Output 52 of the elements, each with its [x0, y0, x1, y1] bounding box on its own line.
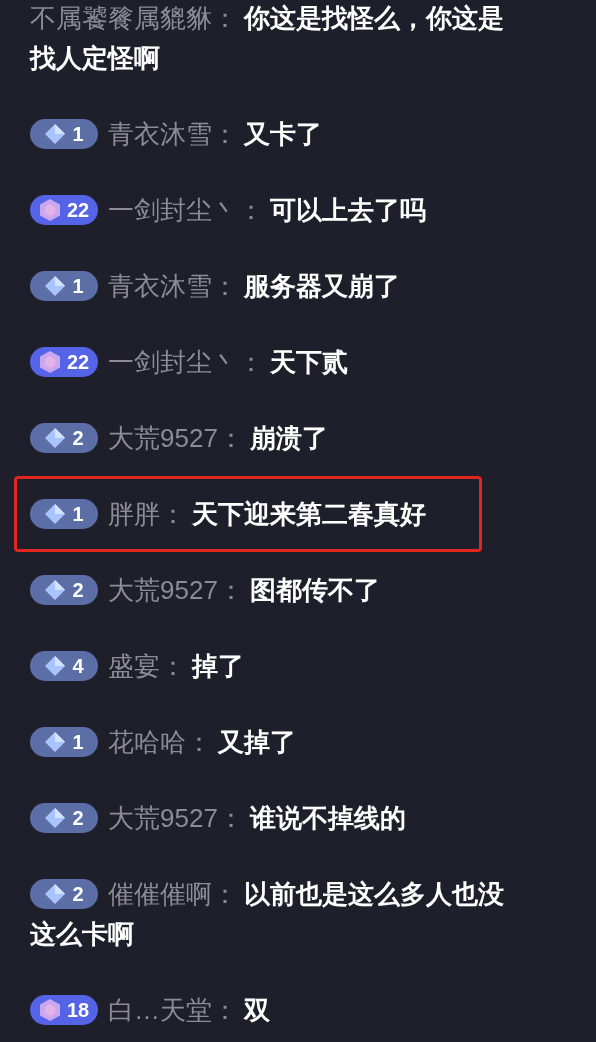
- message-text: 天下迎来第二春真好: [192, 497, 426, 531]
- level-badge: 2: [30, 803, 98, 833]
- username[interactable]: 大荒9527：: [108, 798, 244, 838]
- diamond-icon: [44, 275, 67, 297]
- username[interactable]: 不属饕餮属貔貅：: [30, 0, 238, 38]
- username[interactable]: 盛宴：: [108, 646, 186, 686]
- message-text: 崩溃了: [249, 421, 328, 455]
- message-text: 以前也是这么多人也没: [244, 877, 504, 911]
- message-text: 谁说不掉线的: [249, 801, 406, 835]
- username[interactable]: 一剑封尘丶：: [108, 342, 264, 382]
- username[interactable]: 胖胖：: [108, 494, 186, 534]
- level-badge: 4: [30, 651, 98, 681]
- diamond-icon: [44, 427, 67, 449]
- level-badge: 22: [30, 195, 98, 225]
- username[interactable]: 大荒9527：: [108, 570, 244, 610]
- username[interactable]: 催催催啊：: [108, 874, 238, 914]
- level-badge: 22: [30, 347, 98, 377]
- username[interactable]: 白…天堂：: [108, 990, 238, 1030]
- level-badge: 1: [30, 499, 98, 529]
- level-badge: 18: [30, 995, 98, 1025]
- diamond-icon: [44, 883, 67, 905]
- username[interactable]: 一剑封尘丶：: [108, 190, 264, 230]
- username[interactable]: 青衣沐雪：: [108, 114, 238, 154]
- level-badge: 2: [30, 879, 98, 909]
- diamond-icon: [44, 123, 67, 145]
- username[interactable]: 花哈哈：: [108, 722, 212, 762]
- level-badge: 1: [30, 727, 98, 757]
- message-text: 这么卡啊: [30, 917, 134, 951]
- message-text: 掉了: [192, 649, 244, 683]
- username[interactable]: 青衣沐雪：: [108, 266, 238, 306]
- level-badge: 1: [30, 271, 98, 301]
- message-text: 又卡了: [244, 117, 322, 151]
- level-badge: 2: [30, 423, 98, 453]
- message-text: 服务器又崩了: [244, 269, 400, 303]
- message-text: 你这是找怪么，你这是: [244, 1, 504, 35]
- message-text: 可以上去了吗: [270, 193, 426, 227]
- level-badge: 1: [30, 119, 98, 149]
- hexagon-icon: [38, 350, 61, 374]
- hexagon-icon: [38, 198, 61, 222]
- diamond-icon: [44, 655, 67, 677]
- diamond-icon: [44, 579, 67, 601]
- diamond-icon: [44, 503, 67, 525]
- message-text: 双: [244, 993, 270, 1027]
- message-text: 找人定怪啊: [30, 41, 160, 75]
- message-text: 图都传不了: [249, 573, 380, 607]
- diamond-icon: [44, 807, 67, 829]
- message-text: 天下贰: [270, 345, 348, 379]
- level-badge: 2: [30, 575, 98, 605]
- diamond-icon: [44, 731, 67, 753]
- hexagon-icon: [38, 998, 61, 1022]
- message-text: 又掉了: [218, 725, 296, 759]
- username[interactable]: 大荒9527：: [108, 418, 244, 458]
